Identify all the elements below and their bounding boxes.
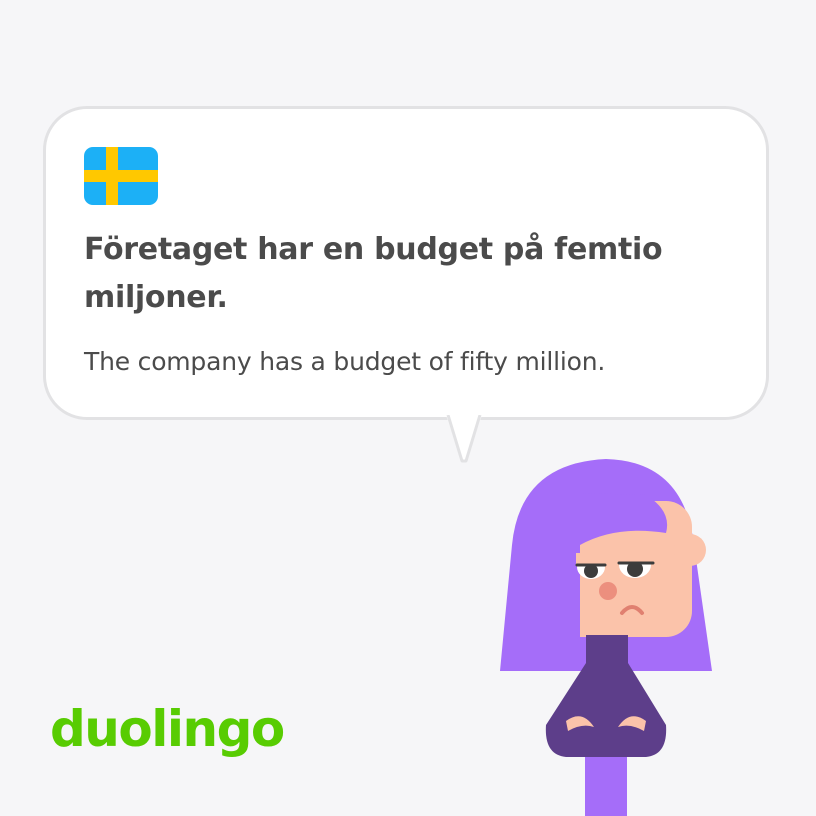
character-ear <box>674 534 706 566</box>
sentence-text: Företaget har en budget på femtio miljon… <box>84 232 663 315</box>
sweden-flag-icon <box>84 147 158 205</box>
duolingo-logo: duolingo <box>50 700 285 758</box>
lily-character-illustration <box>500 459 712 816</box>
speech-bubble-tail <box>446 415 482 463</box>
translation-text: The company has a budget of fifty millio… <box>84 347 606 376</box>
character-nose <box>599 582 617 600</box>
